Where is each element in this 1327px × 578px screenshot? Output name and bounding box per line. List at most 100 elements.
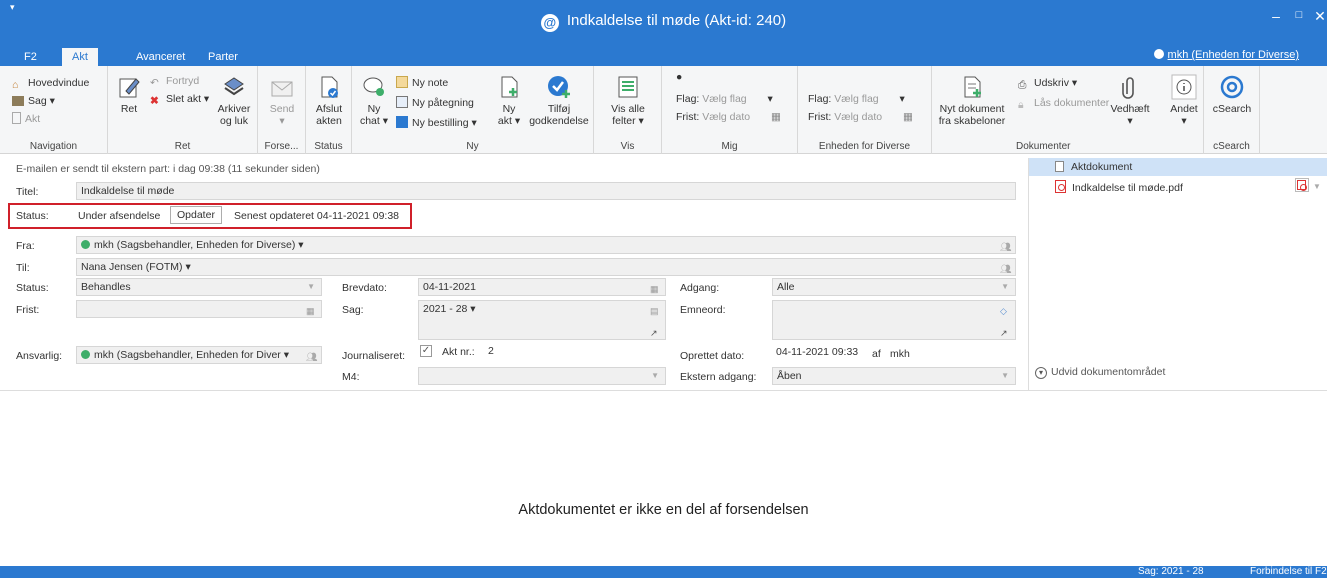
akt-nav-button[interactable]: Akt <box>12 112 40 126</box>
group-enheden: Flag: Vælg flag ▾ Frist: Vælg dato ▦ Enh… <box>798 66 932 154</box>
arkiver-label-2: og luk <box>219 115 249 127</box>
udskriv-button[interactable]: ⎙ Udskriv ▾ <box>1018 76 1077 91</box>
ny-bestilling-button[interactable]: Ny bestilling ▾ <box>396 116 477 130</box>
group-label-csearch: cSearch <box>1213 141 1250 152</box>
send-button[interactable]: Send ▾ <box>266 74 298 127</box>
tab-avanceret[interactable]: Avanceret <box>126 48 195 66</box>
titel-field[interactable]: Indkaldelse til møde <box>76 182 1016 200</box>
case-folder-icon[interactable]: ▤ <box>650 303 661 316</box>
ny-chat-label-1: Ny <box>367 103 381 115</box>
csearch-icon <box>1220 75 1244 99</box>
sag-button[interactable]: Sag ▾ <box>12 94 55 108</box>
minimize-button[interactable]: – <box>1266 8 1286 24</box>
group-label-ret: Ret <box>174 141 191 152</box>
afslut-akten-button[interactable]: Afslut akten <box>312 74 346 127</box>
mig-frist-label: Frist: <box>676 111 700 123</box>
approval-icon <box>548 76 570 98</box>
til-label: Til: <box>16 262 30 274</box>
tab-parter[interactable]: Parter <box>198 48 248 66</box>
fra-field[interactable]: mkh (Sagsbehandler, Enheden for Diverse)… <box>76 236 1016 254</box>
ekstern-adgang-dropdown[interactable]: Åben <box>772 367 1016 385</box>
open-link-icon-emneord[interactable]: ↗ <box>1000 325 1011 338</box>
tilfoj-godkendelse-button[interactable]: Tilføj godkendelse <box>528 74 590 127</box>
aktdokument-item[interactable]: Aktdokument <box>1029 158 1327 176</box>
til-field[interactable]: Nana Jensen (FOTM) ▾ 👥︎ <box>76 258 1016 276</box>
maximize-button[interactable]: □ <box>1289 9 1309 21</box>
nyt-dokument-button[interactable]: Nyt dokument fra skabeloner <box>934 74 1010 127</box>
akt-nav-label: Akt <box>25 113 41 125</box>
document-icon <box>12 112 21 124</box>
opdater-button[interactable]: Opdater <box>170 206 222 224</box>
enheden-frist-row[interactable]: Frist: Vælg dato ▦ <box>808 110 913 124</box>
enheden-flag-row[interactable]: Flag: Vælg flag ▾ <box>808 92 905 106</box>
ansvarlig-value: mkh (Sagsbehandler, Enheden for Diver ▾ <box>94 349 289 361</box>
user-link[interactable]: mkh (Enheden for Diverse) <box>1153 49 1299 61</box>
mig-frist-row[interactable]: Frist: Vælg dato ▦ <box>676 110 781 124</box>
vedhaeft-button[interactable]: Vedhæft ▾ <box>1110 74 1150 127</box>
preview-divider <box>0 390 1327 391</box>
group-label-ny: Ny <box>466 141 479 152</box>
user-name: mkh (Enheden for Diverse) <box>1167 49 1299 61</box>
adgang-dropdown[interactable]: Alle <box>772 278 1016 296</box>
mig-person-icon: ● <box>676 71 683 83</box>
mig-calendar-icon[interactable]: ▦ <box>771 111 781 123</box>
open-link-icon[interactable]: ↗ <box>650 325 661 338</box>
ny-chat-button[interactable]: Ny chat ▾ <box>356 74 392 127</box>
tab-akt[interactable]: Akt <box>62 48 98 66</box>
ny-paategning-button[interactable]: Ny påtegning <box>396 96 474 110</box>
ret-button[interactable]: Ret <box>114 74 144 115</box>
fra-label: Fra: <box>16 240 35 252</box>
mig-flag-row[interactable]: Flag: Vælg flag ▾ <box>676 92 773 106</box>
brevdato-label: Brevdato: <box>342 282 387 294</box>
pdf-action-icon[interactable] <box>1295 178 1309 192</box>
slet-akt-button[interactable]: ✖ Slet akt ▾ <box>150 92 209 107</box>
pdf-icon <box>1055 180 1066 193</box>
pdf-file-item[interactable]: Indkaldelse til møde.pdf <box>1055 180 1183 194</box>
window-title-text: Indkaldelse til møde (Akt-id: 240) <box>566 12 787 29</box>
preview-message: Aktdokumentet er ikke en del af forsende… <box>518 502 809 518</box>
laas-dokumenter-button[interactable]: 🔒︎ Lås dokumenter <box>1018 96 1110 111</box>
frist-label: Frist: <box>16 304 40 316</box>
udvid-dokumentomraadet[interactable]: ▾ Udvid dokumentområdet <box>1035 366 1165 379</box>
enheden-flag-label: Flag: <box>808 93 832 105</box>
mig-flag-dropdown-icon[interactable]: ▾ <box>768 93 773 105</box>
enheden-frist-value: Vælg dato <box>834 111 883 123</box>
hovedvindue-button[interactable]: ⌂ Hovedvindue <box>12 76 89 91</box>
enheden-flag-dropdown-icon[interactable]: ▾ <box>900 93 905 105</box>
sag-field[interactable]: 2021 - 28 ▾ ▤ ↗ <box>418 300 666 340</box>
frist-field[interactable]: ▦ <box>76 300 322 318</box>
m4-dropdown[interactable] <box>418 367 666 385</box>
status-dropdown[interactable]: Behandles <box>76 278 322 296</box>
enheden-calendar-icon[interactable]: ▦ <box>903 111 913 123</box>
brevdato-field[interactable]: 04-11-2021 ▦ <box>418 278 666 296</box>
adgang-label: Adgang: <box>680 282 720 294</box>
emneord-field[interactable]: ◇ ↗ <box>772 300 1016 340</box>
titel-label: Titel: <box>16 186 39 198</box>
afslut-label-1: Afslut <box>315 103 343 115</box>
ansvarlig-field[interactable]: mkh (Sagsbehandler, Enheden for Diver ▾ 👥… <box>76 346 322 364</box>
arkiver-og-luk-button[interactable]: Arkiver og luk <box>214 74 254 127</box>
ekstern-adgang-label: Ekstern adgang: <box>680 371 757 383</box>
close-button[interactable]: ✕ <box>1310 8 1327 25</box>
statusbar-connection: Forbindelse til F2 Server O <box>1250 566 1327 577</box>
tab-f2[interactable]: F2 <box>14 48 47 66</box>
contacts-icon-ansvarlig[interactable]: 👥︎ <box>306 349 317 362</box>
contacts-icon-til[interactable]: 👥︎ <box>1000 261 1011 274</box>
vis-alle-felter-button[interactable]: Vis alle felter ▾ <box>602 74 654 127</box>
laas-label: Lås dokumenter <box>1034 97 1110 109</box>
tag-icon[interactable]: ◇ <box>1000 303 1011 316</box>
andet-button[interactable]: Andet ▾ <box>1168 74 1200 127</box>
fortryd-button[interactable]: ↶ Fortryd <box>150 74 199 89</box>
csearch-button[interactable]: cSearch <box>1208 74 1256 115</box>
ny-akt-button[interactable]: Ny akt ▾ <box>494 74 524 127</box>
oprettet-af-user: mkh <box>890 348 910 360</box>
online-status-icon <box>81 240 90 249</box>
pdf-action-dropdown-icon[interactable]: ▼ <box>1313 182 1321 191</box>
fields-list-icon <box>618 76 638 98</box>
calendar-icon[interactable]: ▦ <box>306 303 317 316</box>
ny-note-button[interactable]: Ny note <box>396 76 448 90</box>
calendar-icon-brevdato[interactable]: ▦ <box>650 281 661 294</box>
ny-bestilling-label: Ny bestilling ▾ <box>412 117 477 129</box>
journaliseret-checkbox[interactable]: ✓ <box>420 345 432 357</box>
contacts-icon[interactable]: 👥︎ <box>1000 239 1011 252</box>
